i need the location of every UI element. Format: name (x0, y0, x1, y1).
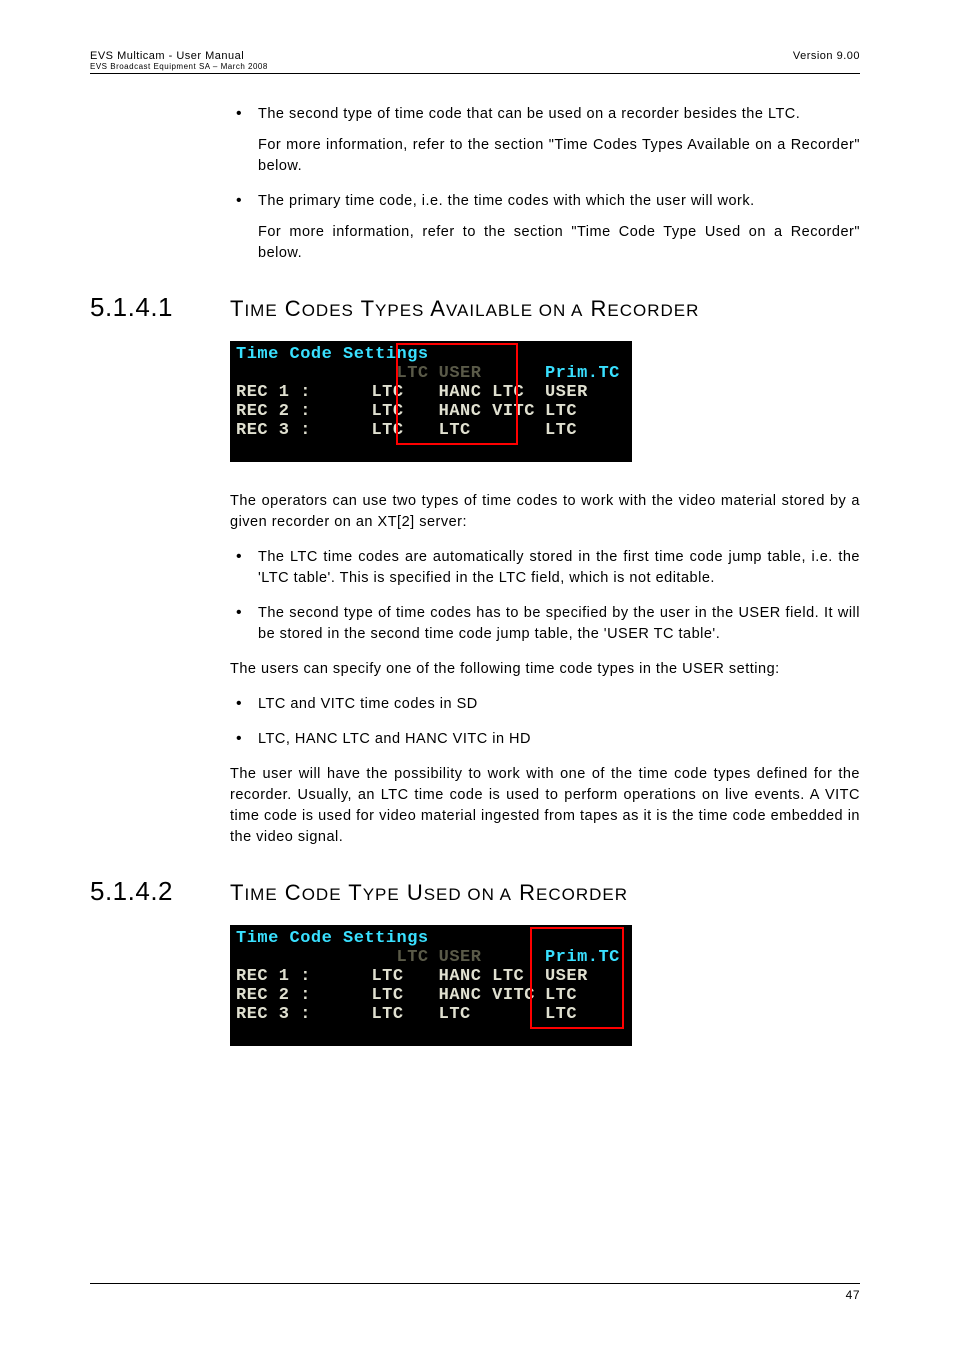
row-prim: LTC (545, 986, 630, 1005)
bullet-sub-text: For more information, refer to the secti… (258, 222, 860, 264)
bullet-list: LTC and VITC time codes in SD LTC, HANC … (230, 694, 860, 750)
terminal-panel: Time Code Settings LTC USER Prim.TC REC … (230, 925, 632, 1046)
row-ltc: LTC (371, 967, 438, 986)
bullet-sub-text: For more information, refer to the secti… (258, 135, 860, 177)
header-title: EVS Multicam - User Manual (90, 50, 268, 62)
section1-body: The operators can use two types of time … (230, 491, 860, 848)
row-ltc: LTC (371, 986, 438, 1005)
section-title: TIME CODE TYPE USED ON A RECORDER (230, 880, 628, 906)
row-name: REC 2 : (236, 986, 371, 1005)
terminal-title: Time Code Settings (236, 929, 439, 948)
col-ltc-header: LTC (371, 948, 438, 967)
section-title: TIME CODES TYPES AVAILABLE ON A RECORDER (230, 296, 699, 322)
row-ltc: LTC (371, 383, 438, 402)
paragraph: The operators can use two types of time … (230, 491, 860, 533)
list-item: The second type of time codes has to be … (230, 603, 860, 645)
col-prim-header: Prim.TC (545, 364, 630, 383)
row-name: REC 1 : (236, 967, 371, 986)
section-number: 5.1.4.2 (90, 876, 230, 907)
row-name: REC 2 : (236, 402, 371, 421)
row-prim: LTC (545, 1005, 630, 1024)
terminal-table: Time Code Settings LTC USER Prim.TC REC … (236, 345, 630, 440)
page-header: EVS Multicam - User Manual EVS Broadcast… (90, 50, 860, 74)
list-item: The second type of time code that can be… (230, 104, 860, 177)
intro-block: The second type of time code that can be… (230, 104, 860, 264)
row-prim: USER (545, 967, 630, 986)
figure-time-code-settings-1: Time Code Settings LTC USER Prim.TC REC … (230, 341, 860, 467)
header-version: Version 9.00 (793, 50, 860, 71)
row-ltc: LTC (371, 1005, 438, 1024)
list-item: LTC, HANC LTC and HANC VITC in HD (230, 729, 860, 750)
intro-bullet-list: The second type of time code that can be… (230, 104, 860, 264)
row-user: LTC (439, 1005, 545, 1024)
col-user-header: USER (439, 948, 545, 967)
terminal-title: Time Code Settings (236, 345, 439, 364)
section-number: 5.1.4.1 (90, 292, 230, 323)
list-item: The LTC time codes are automatically sto… (230, 547, 860, 589)
row-prim: LTC (545, 402, 630, 421)
row-name: REC 1 : (236, 383, 371, 402)
header-subtitle: EVS Broadcast Equipment SA – March 2008 (90, 62, 268, 71)
row-user: HANC LTC (439, 383, 545, 402)
terminal-panel: Time Code Settings LTC USER Prim.TC REC … (230, 341, 632, 462)
title-text: TIME CODE TYPE USED ON A RECORDER (230, 880, 628, 905)
col-prim-header: Prim.TC (545, 948, 630, 967)
col-user-header: USER (439, 364, 545, 383)
terminal-table: Time Code Settings LTC USER Prim.TC REC … (236, 929, 630, 1024)
list-item: LTC and VITC time codes in SD (230, 694, 860, 715)
page-footer: 47 (90, 1283, 860, 1302)
row-name: REC 3 : (236, 1005, 371, 1024)
row-prim: USER (545, 383, 630, 402)
section-heading: 5.1.4.1 TIME CODES TYPES AVAILABLE ON A … (90, 292, 860, 323)
paragraph: The user will have the possibility to wo… (230, 764, 860, 848)
row-ltc: LTC (371, 421, 438, 440)
section-heading: 5.1.4.2 TIME CODE TYPE USED ON A RECORDE… (90, 876, 860, 907)
bullet-main-text: The second type of time code that can be… (258, 104, 860, 125)
row-user: HANC VITC (439, 986, 545, 1005)
title-text: TIME CODES TYPES AVAILABLE ON A RECORDER (230, 296, 699, 321)
page-number: 47 (846, 1288, 860, 1302)
row-user: HANC LTC (439, 967, 545, 986)
col-ltc-header: LTC (371, 364, 438, 383)
row-name: REC 3 : (236, 421, 371, 440)
figure-time-code-settings-2: Time Code Settings LTC USER Prim.TC REC … (230, 925, 860, 1051)
row-user: LTC (439, 421, 545, 440)
row-prim: LTC (545, 421, 630, 440)
bullet-list: The LTC time codes are automatically sto… (230, 547, 860, 645)
list-item: The primary time code, i.e. the time cod… (230, 191, 860, 264)
bullet-main-text: The primary time code, i.e. the time cod… (258, 191, 860, 212)
row-ltc: LTC (371, 402, 438, 421)
header-left: EVS Multicam - User Manual EVS Broadcast… (90, 50, 268, 71)
row-user: HANC VITC (439, 402, 545, 421)
paragraph: The users can specify one of the followi… (230, 659, 860, 680)
